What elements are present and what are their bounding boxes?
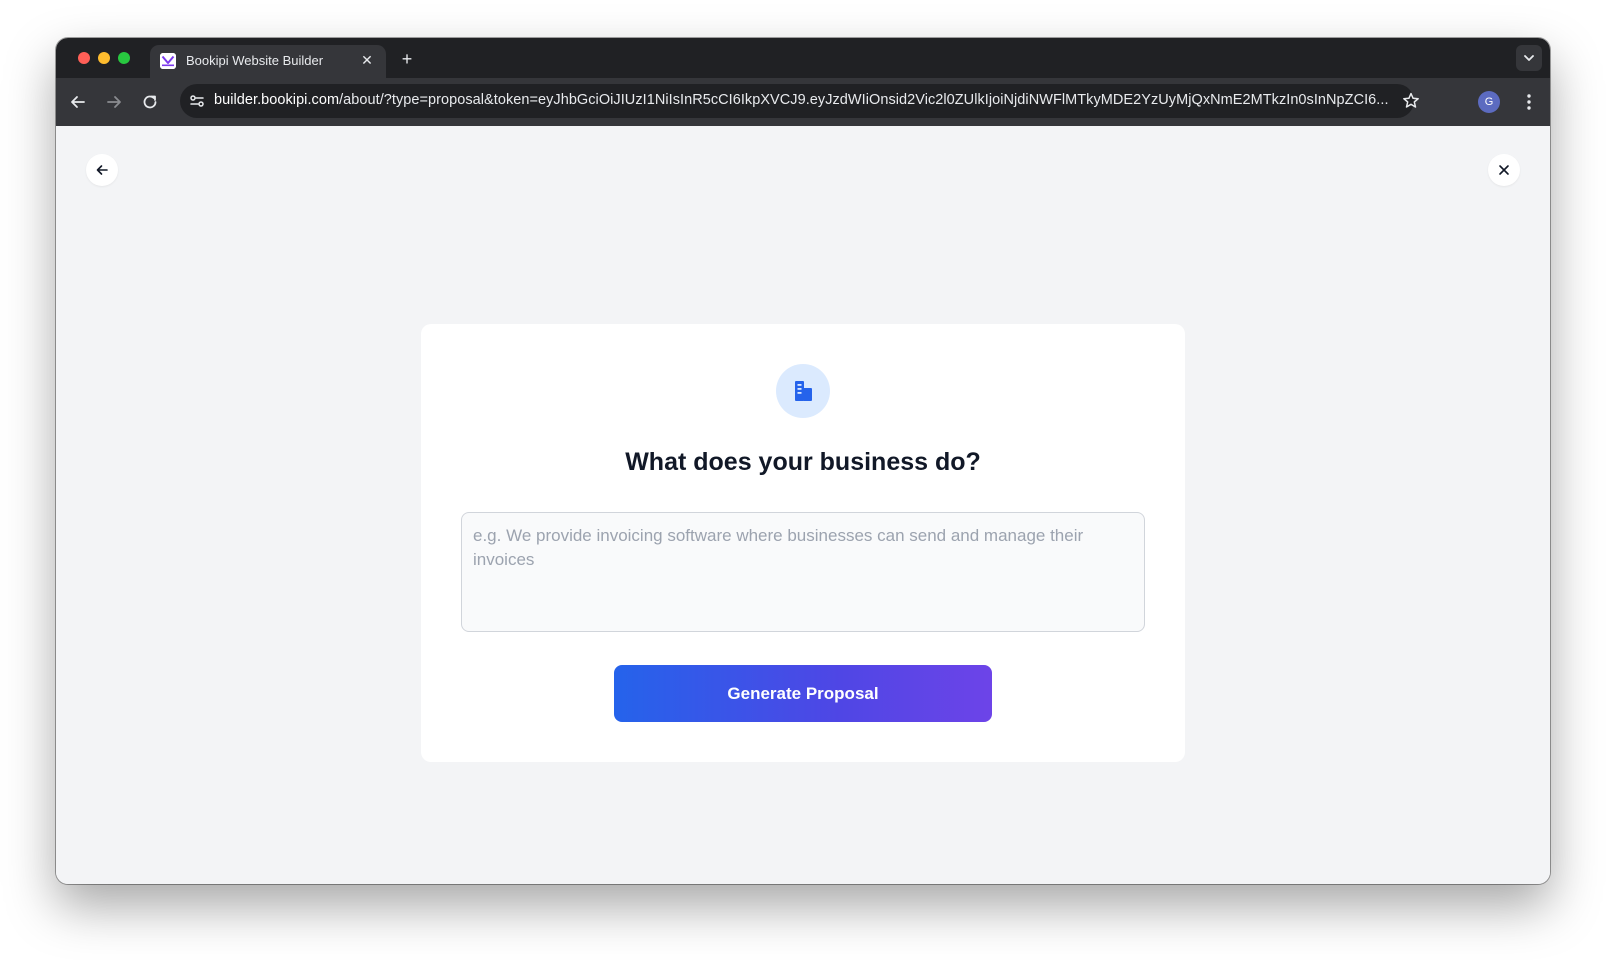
arrow-left-icon [96, 165, 108, 175]
browser-toolbar: builder.bookipi.com/about/?type=proposal… [56, 78, 1550, 126]
bookipi-favicon-icon [160, 53, 176, 69]
back-button[interactable] [86, 154, 118, 186]
forward-nav-icon[interactable] [102, 90, 126, 114]
close-window-button[interactable] [78, 52, 90, 64]
close-tab-icon[interactable]: ✕ [358, 51, 376, 69]
browser-tab-active[interactable]: Bookipi Website Builder ✕ [150, 45, 386, 78]
page-content: What does your business do? Generate Pro… [56, 126, 1550, 884]
address-bar[interactable]: builder.bookipi.com/about/?type=proposal… [180, 84, 1419, 118]
page-title: What does your business do? [625, 448, 981, 476]
generate-proposal-button[interactable]: Generate Proposal [614, 665, 992, 722]
url-host: builder.bookipi.com [214, 92, 340, 108]
browser-window: Bookipi Website Builder ✕ + builder.book… [56, 38, 1550, 884]
business-description-input[interactable] [461, 512, 1145, 632]
reload-icon[interactable] [138, 90, 162, 114]
close-icon [1499, 165, 1509, 175]
chevron-down-icon [1524, 55, 1534, 61]
bookmark-star-icon[interactable] [1400, 90, 1422, 112]
building-icon [795, 381, 812, 401]
url-path: /about/?type=proposal&token=eyJhbGciOiJI… [339, 92, 1389, 108]
url-text: builder.bookipi.com/about/?type=proposal… [214, 92, 1389, 108]
business-description-card: What does your business do? Generate Pro… [421, 324, 1185, 762]
close-button[interactable] [1488, 154, 1520, 186]
business-icon-badge [776, 364, 830, 418]
tab-search-button[interactable] [1516, 45, 1542, 71]
minimize-window-button[interactable] [98, 52, 110, 64]
site-settings-icon[interactable] [186, 90, 208, 112]
more-options-icon[interactable] [1518, 90, 1540, 114]
new-tab-icon[interactable]: + [396, 48, 418, 70]
tab-title: Bookipi Website Builder [186, 53, 324, 68]
tab-strip: Bookipi Website Builder ✕ + [56, 38, 1550, 78]
back-nav-icon[interactable] [66, 90, 90, 114]
maximize-window-button[interactable] [118, 52, 130, 64]
profile-avatar[interactable]: G [1478, 91, 1500, 113]
